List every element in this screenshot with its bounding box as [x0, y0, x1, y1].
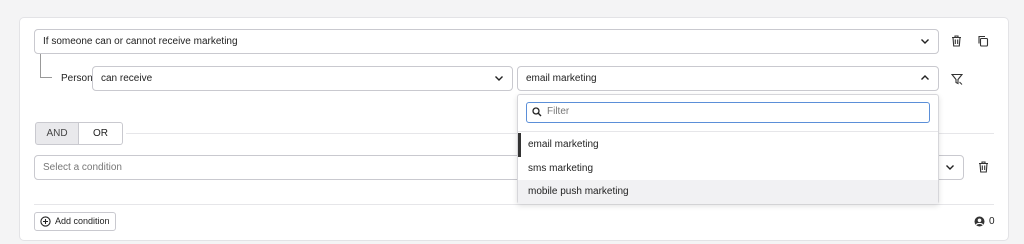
add-condition-button[interactable]: Add condition	[34, 212, 116, 231]
option-mobile-push-marketing[interactable]: mobile push marketing	[518, 180, 938, 204]
filter-button[interactable]	[949, 71, 965, 87]
marketing-channel-value: email marketing	[526, 73, 597, 84]
chevron-up-icon	[921, 75, 929, 80]
and-toggle[interactable]: AND	[35, 122, 79, 145]
person-label: Person	[61, 73, 93, 84]
condition-type-select[interactable]: If someone can or cannot receive marketi…	[34, 29, 939, 54]
option-sms-marketing[interactable]: sms marketing	[518, 157, 938, 181]
filter-icon	[951, 73, 963, 85]
chevron-down-icon	[946, 165, 954, 170]
duplicate-condition-button[interactable]	[975, 33, 991, 49]
add-condition-label: Add condition	[55, 216, 110, 226]
trash-icon	[978, 161, 988, 173]
plus-circle-icon	[40, 216, 51, 227]
option-label: mobile push marketing	[528, 186, 629, 197]
copy-icon	[978, 35, 989, 47]
operator-select[interactable]: can receive	[92, 66, 513, 91]
operator-value: can receive	[101, 73, 153, 84]
trash-icon	[951, 35, 961, 47]
marketing-channel-dropdown: Filter email marketing sms marketing mob…	[517, 94, 939, 204]
footer-divider	[34, 204, 994, 205]
tree-connector	[40, 54, 52, 78]
or-label: OR	[93, 128, 108, 139]
profile-count: 0	[974, 216, 995, 227]
chevron-down-icon	[921, 39, 929, 44]
option-email-marketing[interactable]: email marketing	[518, 133, 938, 157]
option-label: email marketing	[528, 139, 599, 150]
delete-new-condition-button[interactable]	[975, 159, 991, 175]
option-label: sms marketing	[528, 163, 594, 174]
or-toggle[interactable]: OR	[79, 122, 123, 145]
delete-condition-button[interactable]	[948, 33, 964, 49]
chevron-down-icon	[495, 76, 503, 81]
condition-type-value: If someone can or cannot receive marketi…	[43, 36, 238, 47]
marketing-channel-select[interactable]: email marketing	[517, 66, 939, 91]
filter-input[interactable]: Filter	[526, 102, 930, 123]
and-label: AND	[46, 128, 68, 139]
filter-placeholder: Filter	[547, 106, 570, 117]
profile-count-value: 0	[989, 216, 995, 227]
user-circle-icon	[974, 216, 985, 227]
dropdown-divider	[518, 131, 938, 132]
new-condition-placeholder: Select a condition	[43, 162, 122, 173]
search-icon	[532, 107, 542, 117]
